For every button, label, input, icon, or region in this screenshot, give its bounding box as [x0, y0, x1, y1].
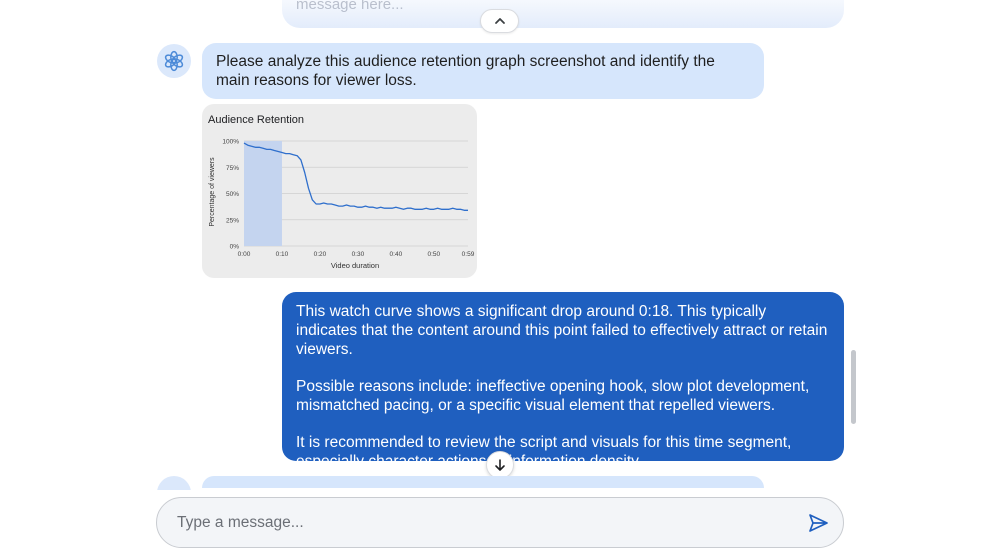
- avatar: [157, 44, 191, 78]
- assistant-paragraph-1: This watch curve shows a significant dro…: [296, 303, 828, 358]
- next-message-bubble: [202, 476, 764, 488]
- chart-title: Audience Retention: [208, 114, 304, 126]
- openai-logo-icon: [164, 50, 184, 72]
- chart-x-tick-label: 0:40: [390, 251, 403, 258]
- message-composer: [156, 497, 844, 548]
- scroll-up-button[interactable]: [480, 9, 519, 33]
- user-message-bubble: Please analyze this audience retention g…: [202, 43, 764, 99]
- chart-y-tick-label: 0%: [230, 244, 240, 251]
- chart-y-axis-label: Percentage of viewers: [209, 157, 216, 227]
- chart-x-tick-label: 0:20: [314, 251, 327, 258]
- scroll-to-bottom-button[interactable]: [486, 451, 514, 479]
- avatar: [157, 476, 191, 490]
- send-icon: [809, 514, 828, 532]
- chart-x-tick-label: 0:10: [276, 251, 289, 258]
- assistant-message-bubble: This watch curve shows a significant dro…: [282, 292, 844, 470]
- chart-x-tick-label: 0:50: [428, 251, 441, 258]
- chart-y-tick-label: 50%: [226, 191, 239, 198]
- send-button[interactable]: [805, 510, 831, 536]
- chart-x-tick-label: 0:59: [462, 251, 475, 258]
- chart-y-tick-label: 100%: [222, 139, 239, 146]
- assistant-paragraph-3: It is recommended to review the script a…: [296, 434, 792, 470]
- chat-scrollbar[interactable]: [851, 350, 856, 424]
- chart-x-tick-label: 0:00: [238, 251, 251, 258]
- user-message-text: Please analyze this audience retention g…: [216, 53, 715, 89]
- chart-y-tick-label: 75%: [226, 165, 239, 172]
- assistant-paragraph-2: Possible reasons include: ineffective op…: [296, 378, 810, 414]
- attached-chart-image[interactable]: Audience Retention Percentage of viewers…: [202, 104, 477, 278]
- chart-x-tick-label: 0:30: [352, 251, 365, 258]
- arrow-down-icon: [495, 459, 505, 471]
- previous-message-bubble: message here...: [282, 0, 844, 28]
- message-input[interactable]: [177, 511, 777, 535]
- retention-chart: Audience Retention Percentage of viewers…: [208, 114, 475, 270]
- chart-y-tick-label: 25%: [226, 217, 239, 224]
- chart-x-axis-label: Video duration: [331, 261, 379, 270]
- chart-highlight-region: [244, 141, 282, 246]
- chevron-up-icon: [494, 18, 505, 24]
- previous-message-text: message here...: [296, 0, 404, 13]
